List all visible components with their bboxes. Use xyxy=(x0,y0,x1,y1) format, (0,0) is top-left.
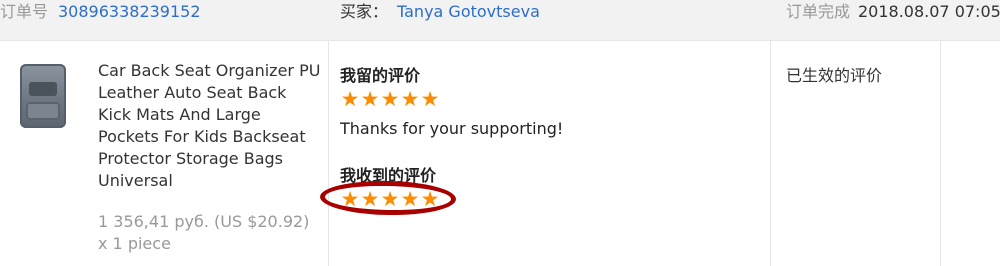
order-number-link[interactable]: 30896338239152 xyxy=(58,0,201,24)
product-price: 1 356,41 руб. (US $20.92) x 1 piece xyxy=(98,211,323,255)
order-complete-label: 订单完成 xyxy=(786,2,851,21)
product-title-link[interactable]: Car Back Seat Organizer PU Leather Auto … xyxy=(98,60,323,192)
star-icon: ★ xyxy=(360,87,380,111)
thumbnail-detail xyxy=(26,102,60,120)
order-complete-time: 2018.08.07 07:05 xyxy=(858,2,1000,21)
my-feedback-comment: Thanks for your supporting! xyxy=(340,119,564,138)
star-icon: ★ xyxy=(420,87,440,111)
my-feedback-heading: 我留的评价 xyxy=(340,66,421,85)
price-text: 1 356,41 руб. (US $20.92) xyxy=(98,212,310,231)
product-thumbnail[interactable] xyxy=(20,64,66,128)
quantity-text: x 1 piece xyxy=(98,234,171,253)
order-number-label: 订单号 xyxy=(0,2,49,21)
star-icon: ★ xyxy=(340,87,360,111)
my-feedback-stars: ★ ★ ★ ★ ★ xyxy=(340,87,440,111)
thumbnail-detail xyxy=(29,82,57,96)
star-icon: ★ xyxy=(400,87,420,111)
buyer-name-link[interactable]: Tanya Gotovtseva xyxy=(397,0,540,24)
column-divider xyxy=(770,41,771,266)
column-divider xyxy=(940,41,941,266)
column-divider xyxy=(328,41,329,266)
feedback-status: 已生效的评价 xyxy=(786,66,883,85)
star-icon: ★ xyxy=(380,87,400,111)
buyer-label: 买家： xyxy=(340,2,389,21)
order-header: 订单号 30896338239152 买家： Tanya Gotovtseva … xyxy=(0,0,1000,41)
